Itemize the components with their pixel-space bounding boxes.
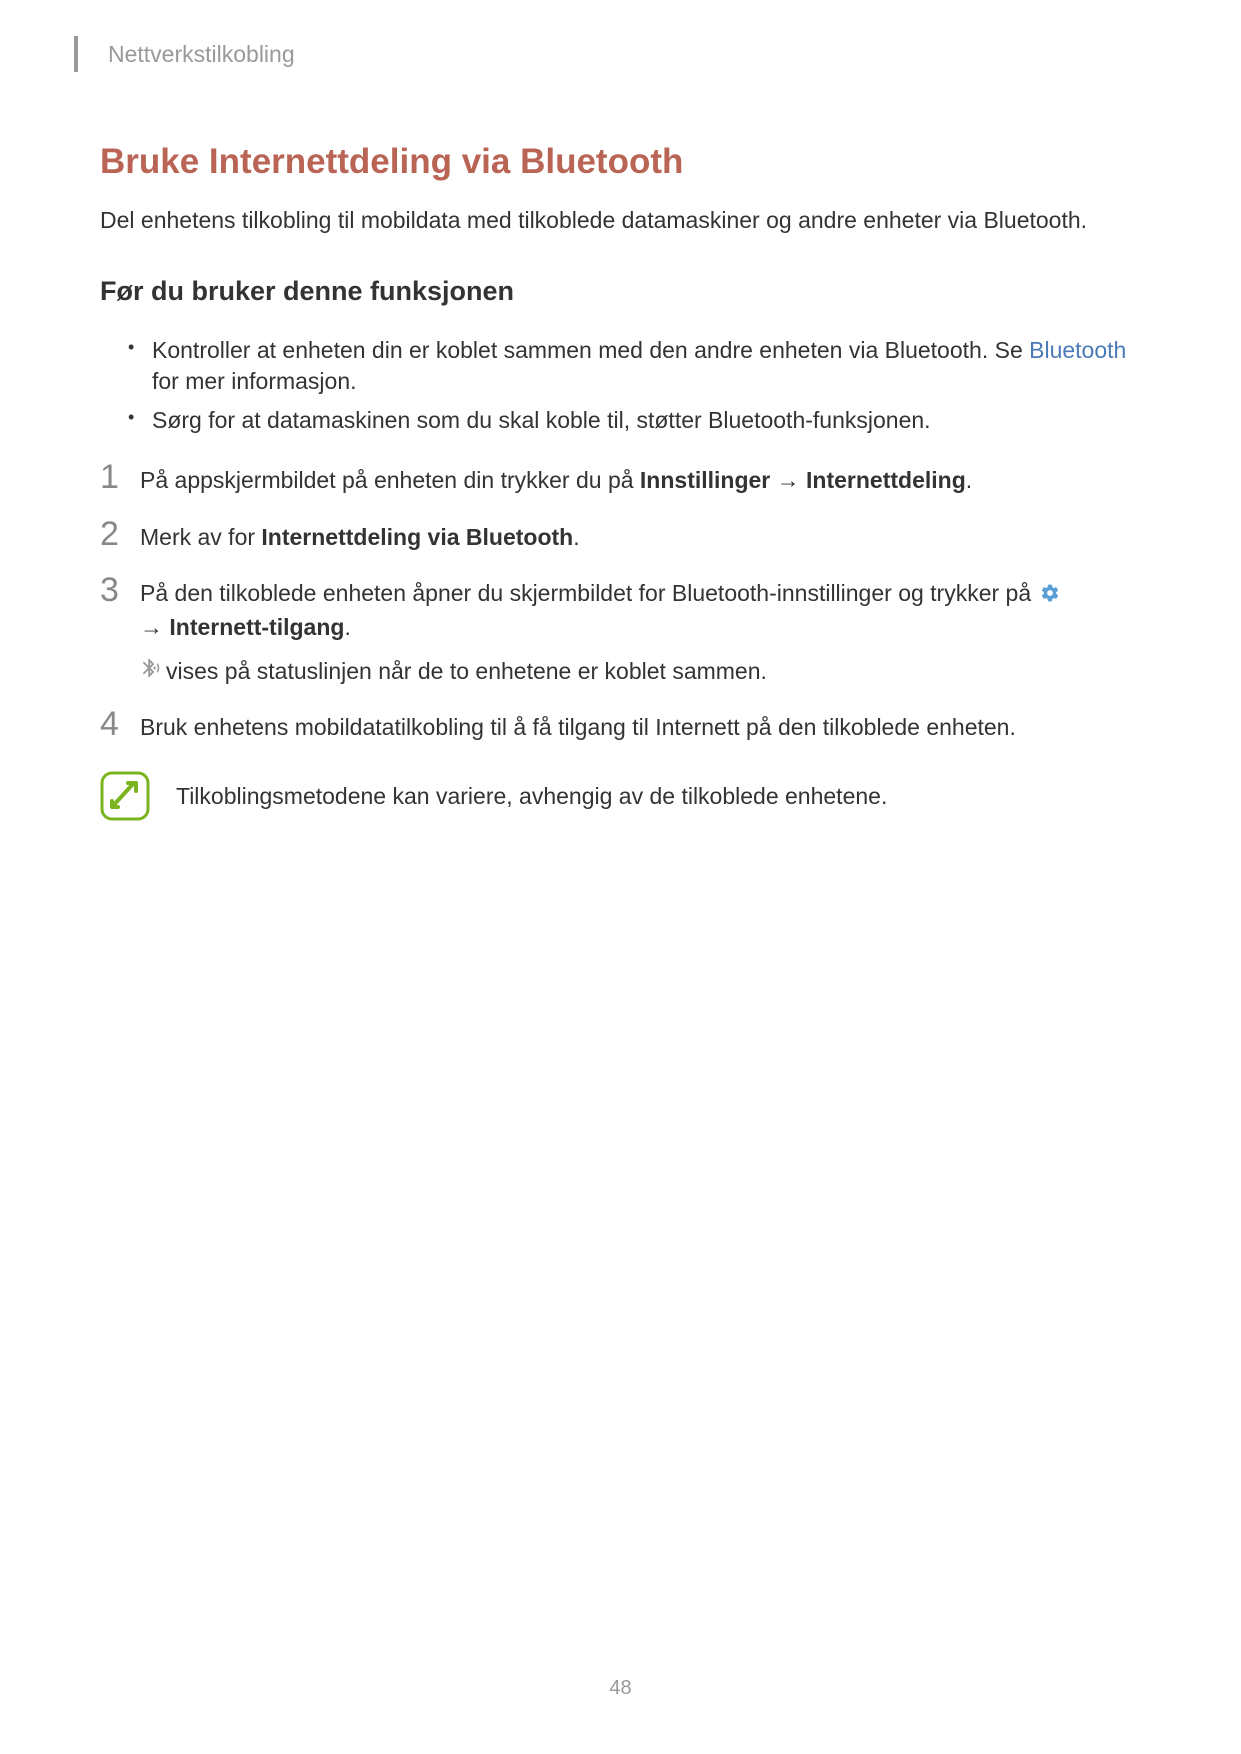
step-part-bold: Innstillinger <box>640 467 770 493</box>
status-text: vises på statuslinjen når de to enhetene… <box>166 655 767 687</box>
step-number: 1 <box>100 460 140 494</box>
bullet-text-pre: Kontroller at enheten din er koblet samm… <box>152 337 1029 363</box>
note-icon <box>100 771 150 821</box>
step-part-bold: Internettdeling <box>806 467 966 493</box>
numbered-list: 1 På appskjermbildet på enheten din tryk… <box>100 464 1141 743</box>
step-text: På den tilkoblede enheten åpner du skjer… <box>140 577 1141 687</box>
bullet-text-pre: Sørg for at datamaskinen som du skal kob… <box>152 407 931 433</box>
step-number: 3 <box>100 573 140 607</box>
step-part-bold: Internettdeling via Bluetooth <box>261 524 573 550</box>
note-text: Tilkoblingsmetodene kan variere, avhengi… <box>176 780 887 812</box>
step-text: På appskjermbildet på enheten din trykke… <box>140 464 1141 496</box>
step-part: På appskjermbildet på enheten din trykke… <box>140 467 640 493</box>
step-part: Bruk enhetens mobildatatilkobling til å … <box>140 714 1016 740</box>
header-title: Nettverkstilkobling <box>108 41 295 68</box>
step-part-bold: Internett-tilgang <box>169 614 344 640</box>
header-section: Nettverkstilkobling <box>100 36 1141 72</box>
status-line: vises på statuslinjen når de to enhetene… <box>140 655 1141 687</box>
page-content: Nettverkstilkobling Bruke Internettdelin… <box>0 0 1241 821</box>
bullet-list: Kontroller at enheten din er koblet samm… <box>100 335 1141 436</box>
step-part: → <box>770 467 806 493</box>
step-part: . <box>573 524 579 550</box>
step-part: . <box>344 614 350 640</box>
bullet-text-post: for mer informasjon. <box>152 368 357 394</box>
step-text: Merk av for Internettdeling via Bluetoot… <box>140 521 1141 553</box>
step-3: 3 På den tilkoblede enheten åpner du skj… <box>100 577 1141 687</box>
step-text: Bruk enhetens mobildatatilkobling til å … <box>140 711 1141 743</box>
step-part: . <box>966 467 972 493</box>
step-1: 1 På appskjermbildet på enheten din tryk… <box>100 464 1141 496</box>
bullet-item: Sørg for at datamaskinen som du skal kob… <box>128 405 1141 436</box>
bluetooth-tethering-icon <box>140 655 162 687</box>
gear-icon <box>1040 579 1060 611</box>
page-number: 48 <box>609 1677 631 1700</box>
main-heading: Bruke Internettdeling via Bluetooth <box>100 142 1141 182</box>
step-part: → <box>140 614 169 640</box>
header-accent-bar <box>74 36 78 72</box>
bullet-item: Kontroller at enheten din er koblet samm… <box>128 335 1141 397</box>
step-part: Merk av for <box>140 524 261 550</box>
note-box: Tilkoblingsmetodene kan variere, avhengi… <box>100 771 1141 821</box>
subheading: Før du bruker denne funksjonen <box>100 276 1141 307</box>
bluetooth-link[interactable]: Bluetooth <box>1029 337 1126 363</box>
step-number: 4 <box>100 707 140 741</box>
step-4: 4 Bruk enhetens mobildatatilkobling til … <box>100 711 1141 743</box>
step-number: 2 <box>100 517 140 551</box>
step-part: På den tilkoblede enheten åpner du skjer… <box>140 580 1038 606</box>
step-2: 2 Merk av for Internettdeling via Blueto… <box>100 521 1141 553</box>
intro-text: Del enhetens tilkobling til mobildata me… <box>100 204 1141 236</box>
